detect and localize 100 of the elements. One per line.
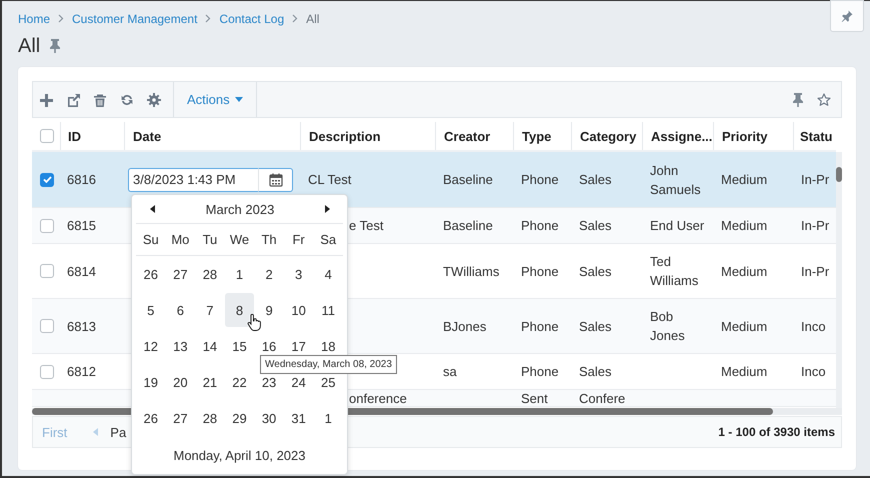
column-header[interactable]: Description bbox=[300, 122, 435, 150]
column-header[interactable]: Type bbox=[513, 122, 571, 150]
table-cell-text: In-Pr bbox=[801, 217, 830, 235]
table-cell-text: Medium bbox=[721, 363, 768, 381]
hand-cursor-icon bbox=[247, 314, 261, 332]
table-cell-text: Sales bbox=[579, 262, 612, 280]
table-cell: Confere bbox=[579, 391, 626, 406]
table-cell-text: CL Test bbox=[308, 171, 352, 189]
table-cell-text: Baseline bbox=[443, 217, 493, 235]
calendar-day[interactable]: 29 bbox=[224, 401, 254, 435]
calendar-day[interactable]: 6 bbox=[166, 293, 196, 327]
table-cell-text: 6815 bbox=[67, 217, 96, 235]
settings-icon[interactable] bbox=[147, 92, 161, 106]
calendar-day[interactable]: 5 bbox=[136, 293, 166, 327]
calendar-day[interactable]: 8 bbox=[224, 293, 254, 327]
calendar-day[interactable]: 11 bbox=[313, 293, 343, 327]
column-header[interactable]: Category bbox=[571, 122, 642, 150]
pin-icon[interactable] bbox=[791, 92, 805, 108]
pin-icon[interactable] bbox=[48, 38, 62, 54]
actions-dropdown[interactable]: Actions bbox=[174, 82, 257, 117]
calendar-day[interactable]: 28 bbox=[195, 401, 225, 435]
tooltip: Wednesday, March 08, 2023 bbox=[260, 355, 397, 374]
calendar-day[interactable]: 7 bbox=[195, 293, 225, 327]
calendar-day[interactable]: 2 bbox=[254, 257, 284, 291]
calendar-day[interactable]: 22 bbox=[224, 365, 254, 399]
calendar-day[interactable]: 30 bbox=[254, 401, 284, 435]
table-cell-text: Medium bbox=[721, 262, 768, 280]
table-cell-text: Medium bbox=[721, 318, 768, 336]
page-title: All bbox=[18, 34, 40, 58]
calendar-day[interactable]: 3 bbox=[284, 257, 314, 291]
calendar-day[interactable]: 12 bbox=[136, 329, 166, 363]
calendar-day[interactable]: 20 bbox=[166, 365, 196, 399]
calendar-day[interactable]: 26 bbox=[136, 401, 166, 435]
scroll-thumb[interactable] bbox=[836, 167, 842, 182]
weekday-label: Tu bbox=[202, 232, 218, 247]
table-cell-text: 6814 bbox=[67, 262, 96, 280]
date-time-field[interactable]: 3/8/2023 1:43 PM bbox=[128, 168, 258, 192]
table-cell-text: Medium bbox=[721, 171, 768, 189]
calendar-day[interactable]: 13 bbox=[166, 329, 196, 363]
calendar-day[interactable]: 4 bbox=[313, 257, 343, 291]
refresh-icon[interactable] bbox=[120, 92, 134, 106]
today-link[interactable]: Monday, April 10, 2023 bbox=[132, 436, 347, 474]
calendar-day[interactable]: 28 bbox=[195, 257, 225, 291]
table-cell-text: e Test bbox=[349, 217, 384, 235]
column-header[interactable]: Date bbox=[124, 122, 300, 150]
table-cell-text: In-Pr bbox=[801, 262, 830, 280]
table-cell-text: Bob Jones bbox=[650, 308, 686, 345]
calendar-day[interactable]: 15 bbox=[224, 329, 254, 363]
calendar-day[interactable]: 14 bbox=[195, 329, 225, 363]
calendar-day[interactable]: 26 bbox=[136, 257, 166, 291]
table-cell-text: Medium bbox=[721, 217, 768, 235]
chevron-right-icon bbox=[205, 14, 212, 23]
table-cell-text: Phone bbox=[521, 217, 559, 235]
calendar-day[interactable]: 31 bbox=[284, 401, 314, 435]
star-icon[interactable] bbox=[817, 92, 831, 106]
table-cell-text: Inco bbox=[801, 363, 826, 381]
table-cell-text: Phone bbox=[521, 318, 559, 336]
caret-right-icon[interactable] bbox=[325, 205, 330, 213]
table-cell: Sent bbox=[521, 391, 548, 406]
table-cell-text: 6812 bbox=[67, 363, 96, 381]
vertical-scrollbar[interactable] bbox=[836, 152, 842, 408]
weekday-label: Fr bbox=[291, 232, 306, 247]
column-header[interactable]: Statu bbox=[793, 122, 836, 150]
checkbox[interactable] bbox=[40, 319, 54, 333]
column-header[interactable]: Priority bbox=[713, 122, 793, 150]
caret-down-icon bbox=[234, 97, 243, 102]
breadcrumb-link[interactable]: All bbox=[306, 12, 320, 26]
calendar-button[interactable] bbox=[258, 168, 293, 192]
column-header[interactable]: Assigne... bbox=[642, 122, 713, 150]
weekday-label: Su bbox=[142, 232, 160, 247]
checkbox[interactable] bbox=[40, 364, 54, 378]
table-cell-text: Sales bbox=[579, 318, 612, 336]
calendar-day[interactable]: 27 bbox=[166, 257, 196, 291]
column-header[interactable]: Creator bbox=[435, 122, 513, 150]
external-link-icon[interactable] bbox=[66, 92, 80, 106]
calendar-day[interactable]: 9 bbox=[254, 293, 284, 327]
pin-button[interactable] bbox=[830, 0, 864, 32]
calendar-icon[interactable] bbox=[268, 172, 282, 186]
page-label: Pa bbox=[110, 424, 126, 440]
calendar-day[interactable]: 19 bbox=[136, 365, 166, 399]
table-cell-text: sa bbox=[443, 363, 457, 381]
trash-icon[interactable] bbox=[93, 92, 107, 106]
check-icon bbox=[42, 176, 52, 183]
column-header[interactable]: ID bbox=[60, 122, 124, 150]
weekday-label: Sa bbox=[319, 232, 338, 247]
table-cell-text: End User bbox=[650, 217, 704, 235]
caret-left-icon[interactable] bbox=[150, 205, 155, 213]
calendar-day[interactable]: 10 bbox=[284, 293, 314, 327]
checkbox[interactable] bbox=[40, 129, 54, 143]
calendar-day[interactable]: 21 bbox=[195, 365, 225, 399]
table-cell-text: In-Pr bbox=[801, 171, 830, 189]
table-cell-text: Baseline bbox=[443, 171, 493, 189]
table-cell-text: BJones bbox=[443, 318, 486, 336]
calendar-day[interactable]: 1 bbox=[313, 401, 343, 435]
checkbox[interactable] bbox=[40, 264, 54, 278]
calendar-day[interactable]: 1 bbox=[224, 257, 254, 291]
checkbox[interactable] bbox=[40, 172, 54, 186]
calendar-day[interactable]: 27 bbox=[166, 401, 196, 435]
checkbox[interactable] bbox=[40, 218, 54, 232]
add-icon[interactable] bbox=[39, 92, 53, 106]
